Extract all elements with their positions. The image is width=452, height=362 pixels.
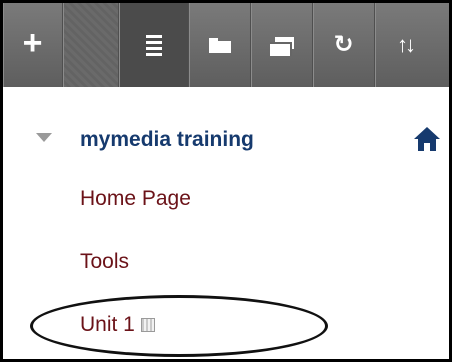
course-menu-panel: + ↻ ↑↓ mymedia training Home Page Tools [0,0,452,362]
folder-view-button[interactable] [189,3,251,87]
menu-item-home-page[interactable]: Home Page [80,187,191,211]
refresh-icon: ↻ [333,31,354,58]
add-menu-item-button[interactable]: + [3,3,63,87]
open-in-window-button[interactable] [251,3,313,87]
list-view-button[interactable] [119,3,189,87]
course-menu-toolbar: + ↻ ↑↓ [3,3,449,87]
home-icon[interactable] [413,126,441,152]
menu-item-tools[interactable]: Tools [80,250,129,274]
sort-icon: ↑↓ [397,32,416,57]
menu-item-label: Tools [80,250,130,273]
course-header: mymedia training [3,121,449,161]
window-icon [269,36,294,56]
collapse-caret-icon[interactable] [36,133,52,142]
list-icon [145,34,162,56]
course-title[interactable]: mymedia training [80,128,254,152]
menu-item-label: Home Page [80,187,191,210]
refresh-button[interactable]: ↻ [313,3,375,87]
plus-icon: + [22,24,43,62]
folder-icon [208,37,231,53]
reorder-button[interactable]: ↑↓ [375,3,435,87]
drag-grip-handle[interactable] [63,3,119,87]
highlight-ellipse-annotation [30,295,328,357]
